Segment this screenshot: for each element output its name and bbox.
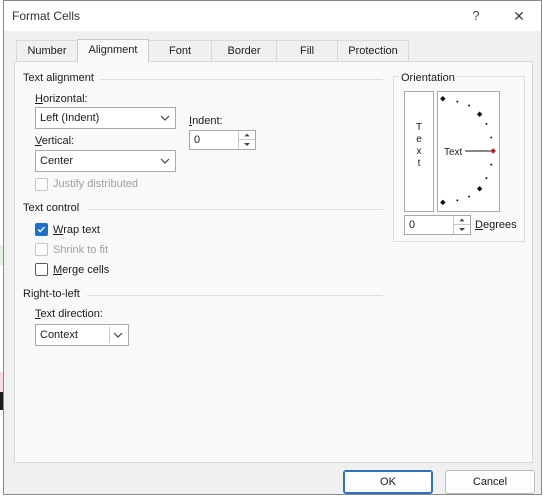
justify-distributed-checkbox[interactable] [35,178,48,191]
vertical-letter: e [416,134,422,145]
checkmark-icon [37,226,45,233]
help-button[interactable]: ? [464,5,488,27]
ok-button[interactable]: OK [343,470,433,494]
merge-cells-accesskey: M [53,264,63,276]
tab-fill[interactable]: Fill [276,40,338,61]
tab-border[interactable]: Border [211,40,277,61]
vertical-label-accesskey: V [35,135,42,147]
horizontal-select[interactable]: Left (Indent) [35,107,176,129]
section-divider [87,295,383,296]
vertical-label: Vertical: [35,135,74,147]
dialog-title: Format Cells [12,9,81,23]
right-to-left-heading: Right-to-left [23,288,80,300]
justify-distributed-label: Justify distributed [53,178,138,190]
indent-spin-buttons [238,131,255,149]
shrink-to-fit-checkbox[interactable] [35,243,48,256]
degrees-spinner[interactable]: 0 [404,215,471,235]
chevron-down-icon [160,158,170,164]
indent-value: 0 [194,134,201,146]
indent-label: Indent: [189,115,223,127]
horizontal-label: Horizontal: [35,93,88,105]
text-control-heading: Text control [23,202,80,214]
dial-text-label: Text [444,147,463,158]
wrap-text-text: rap text [63,224,100,236]
horizontal-label-text: orizontal: [42,93,88,105]
text-direction-value: Context [40,329,78,341]
text-direction-label: Text direction: [35,308,103,320]
vertical-text-toggle[interactable]: T e x t [404,91,434,212]
indent-label-text: ndent: [192,115,223,127]
chevron-down-icon [113,332,123,338]
vertical-select-value: Center [40,155,74,167]
wrap-text-label: Wrap text [53,224,100,236]
spin-down-icon[interactable] [239,140,255,149]
degrees-spin-buttons [453,216,470,234]
orientation-heading: Orientation [399,72,457,84]
vertical-text-letters: T e x t [405,122,433,170]
orientation-dial[interactable]: Text [437,91,500,212]
degrees-label: Degrees [475,219,517,231]
spin-down-icon[interactable] [454,225,470,234]
merge-cells-text: erge cells [62,264,110,276]
chevron-down-icon [160,115,170,121]
title-bar: Format Cells ? ✕ [4,1,541,31]
horizontal-select-value: Left (Indent) [40,112,100,124]
merge-cells-label: Merge cells [53,264,109,276]
text-direction-text: ext direction: [40,308,103,320]
text-direction-select[interactable]: Context [35,324,129,346]
horizontal-label-accesskey: H [35,93,43,105]
wrap-text-accesskey: W [53,224,64,236]
tab-alignment[interactable]: Alignment [77,39,149,62]
section-divider [101,79,383,80]
format-cells-dialog: Format Cells ? ✕ Number Alignment Font B… [3,0,542,495]
degrees-accesskey: D [475,219,483,231]
vertical-select[interactable]: Center [35,150,176,172]
spin-up-icon[interactable] [454,216,470,225]
indent-spinner[interactable]: 0 [189,130,256,150]
alignment-panel: Text alignment Horizontal: Left (Indent)… [14,61,533,463]
spin-up-icon[interactable] [239,131,255,140]
degrees-value: 0 [409,219,416,231]
vertical-letter: t [417,158,421,169]
section-divider [87,209,383,210]
tab-number[interactable]: Number [16,40,78,61]
tab-font[interactable]: Font [148,40,212,61]
shrink-to-fit-label: Shrink to fit [53,244,109,256]
close-button[interactable]: ✕ [506,5,532,27]
tab-protection[interactable]: Protection [337,40,409,61]
text-alignment-heading: Text alignment [23,72,94,84]
wrap-text-checkbox[interactable] [35,223,48,236]
merge-cells-checkbox[interactable] [35,263,48,276]
vertical-label-text: ertical: [41,135,75,147]
degrees-text: egrees [482,219,517,231]
vertical-letter: T [415,122,423,133]
cancel-button[interactable]: Cancel [445,470,535,494]
select-divider [109,327,110,343]
vertical-letter: x [416,146,422,157]
